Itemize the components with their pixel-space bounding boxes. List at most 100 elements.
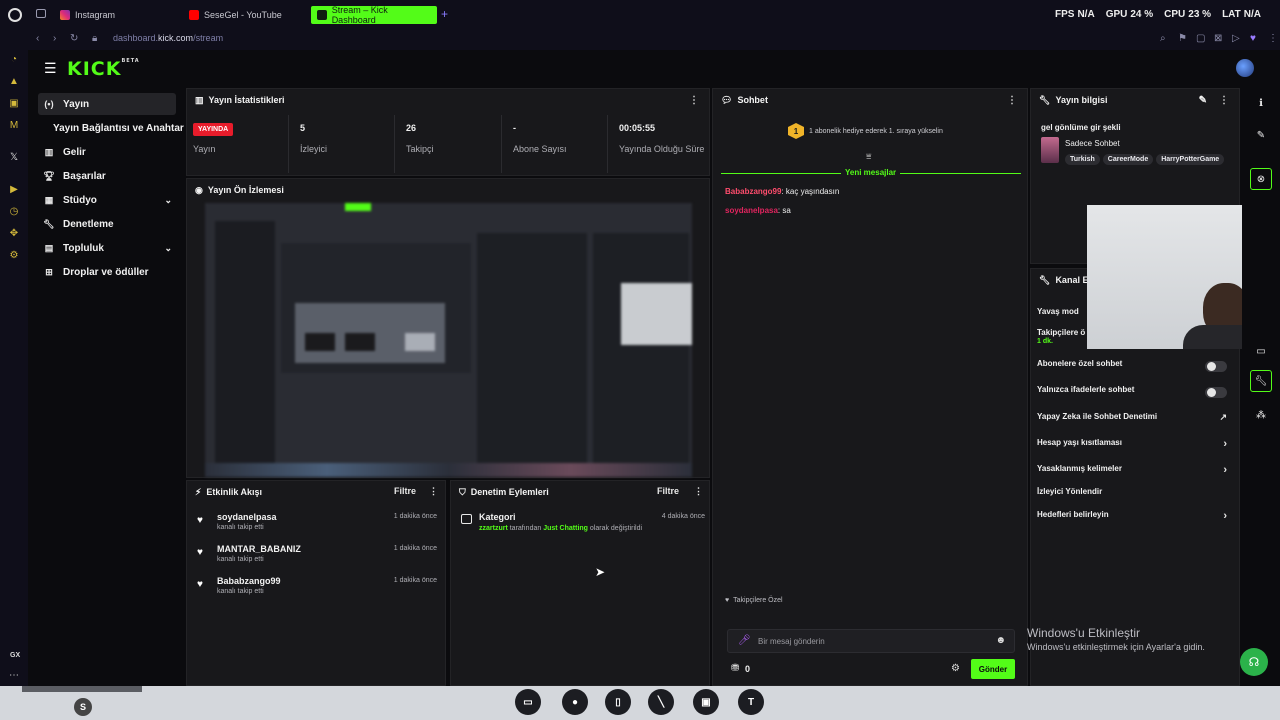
follower-name[interactable]: MANTAR_BABANIZ [217, 544, 301, 554]
back-icon[interactable]: ‹ [36, 33, 39, 44]
chat-input[interactable]: 🎤︎ Bir mesaj gönderin ☻ [727, 629, 1015, 653]
tab-youtube[interactable]: SeseGel - YouTube [183, 6, 288, 24]
panel-header: ◉ Yayın Ön İzlemesi [187, 179, 709, 201]
history-icon[interactable]: ◷ [8, 206, 20, 218]
chat-settings-icon[interactable]: ⚙ [951, 663, 960, 674]
sidebar-item-studyo[interactable]: ▦ Stüdyo ⌄ [38, 189, 176, 211]
extensions-sidebar-icon[interactable]: ✥ [8, 228, 20, 240]
more-options-icon[interactable]: ⋮ [689, 95, 699, 106]
tag[interactable]: CareerMode [1102, 154, 1154, 165]
chat-bubble-icon[interactable]: ● [562, 689, 588, 715]
sidebar-item-stream-key[interactable]: Yayın Bağlantısı ve Anahtarı [48, 117, 184, 139]
pen-icon[interactable]: ╲ [648, 689, 674, 715]
banned-words-row[interactable]: Yasaklanmış kelimeler › [1037, 464, 1227, 480]
address-bar: ‹ › ↻ 🔒︎ dashboard.kick.com/stream ⌕ ⚑ ▢… [28, 30, 1280, 50]
avatar[interactable] [1236, 59, 1254, 77]
edit-icon[interactable]: ✎ [1250, 124, 1272, 146]
twitch-icon[interactable]: ▲ [8, 76, 20, 88]
sidebar-item-yayin[interactable]: (•) Yayın [38, 93, 176, 115]
opera-logo-icon[interactable] [8, 8, 22, 22]
sidebar-item-droplar[interactable]: ⊞ Droplar ve ödüller [38, 261, 176, 283]
filter-button[interactable]: Filtre [394, 486, 416, 496]
hamburger-menu-icon[interactable]: ☰ [44, 60, 57, 77]
url-field[interactable]: dashboard.kick.com/stream [113, 33, 223, 43]
tag[interactable]: HarryPotterGame [1156, 154, 1225, 165]
gift-leaderboard-banner[interactable]: 1 1 abonelik hediye ederek 1. sıraya yük… [788, 123, 943, 139]
activity-text: kanalı takip etti [217, 588, 264, 595]
edit-icon[interactable]: ✎ [1199, 95, 1207, 106]
clip-icon[interactable]: ▭ [1250, 340, 1272, 362]
x-twitter-icon[interactable]: 𝕏 [8, 152, 20, 164]
reload-icon[interactable]: ↻ [70, 33, 78, 44]
vpn-icon[interactable]: ⊠ [1214, 33, 1222, 44]
actor-name[interactable]: zzartzurt [479, 525, 508, 532]
gx-control-icon[interactable]: ◔ [8, 54, 20, 66]
chat-text: sa [782, 206, 791, 215]
tab-kick-dashboard[interactable]: Stream – Kick Dashboard [311, 5, 437, 25]
more-icon[interactable]: ⋯ [8, 670, 20, 682]
share-icon[interactable]: ⁂ [1250, 404, 1272, 426]
follower-name[interactable]: Bababzango99 [217, 576, 281, 586]
more-options-icon[interactable]: ⋮ [1007, 95, 1017, 106]
mod-tool-icon[interactable]: ⊗ [1250, 168, 1272, 190]
snapshot-icon[interactable]: ▢ [1196, 33, 1205, 44]
tab-overview-icon[interactable] [36, 9, 46, 18]
subscribers-only-toggle[interactable] [1205, 361, 1227, 372]
new-tab-button[interactable]: + [441, 7, 448, 21]
player-sidebar-icon[interactable]: ▶ [8, 184, 20, 196]
chevron-down-icon: ⌄ [164, 194, 172, 205]
tab-instagram[interactable]: Instagram [54, 6, 121, 24]
kick-logo[interactable]: KICKBETA [67, 58, 140, 80]
more-options-icon[interactable]: ⋮ [694, 486, 703, 497]
follower-name[interactable]: soydanelpasa [217, 512, 277, 522]
heart-icon[interactable]: ♥ [1250, 33, 1256, 44]
subscribers-only-row: Abonelere özel sohbet [1037, 359, 1227, 375]
followers-only-duration: 1 dk. [1037, 338, 1053, 345]
pin-icon[interactable]: ⩸ [866, 151, 871, 162]
forward-icon[interactable]: › [53, 33, 56, 44]
filter-button[interactable]: Filtre [657, 486, 679, 496]
chat-username[interactable]: Bababzango99 [725, 187, 781, 196]
panel-title: Yayın İstatistikleri [208, 95, 285, 105]
raid-row[interactable]: İzleyici Yönlendir [1037, 487, 1227, 503]
list-item: Kategori 4 dakika önce zzartzurt tarafın… [461, 512, 705, 542]
bookmark-icon[interactable]: ⚑ [1178, 33, 1187, 44]
extensions-icon[interactable]: ⋮ [1268, 33, 1278, 44]
stream-preview-video[interactable] [205, 203, 692, 477]
sidebar-item-denetleme[interactable]: 🔧︎ Denetleme [38, 213, 176, 235]
support-chat-icon[interactable]: ☊ [1240, 648, 1268, 676]
tablet-icon[interactable]: ▣ [693, 689, 719, 715]
info-icon[interactable]: ℹ [1250, 92, 1272, 114]
settings-icon[interactable]: ⚙ [8, 250, 20, 262]
logo-badge: BETA [121, 58, 140, 64]
gx-corner-icon[interactable]: ▣ [8, 98, 20, 110]
phone-icon[interactable]: ▯ [605, 689, 631, 715]
external-link-icon: ↗ [1219, 412, 1227, 422]
chat-username[interactable]: soydanelpasa [725, 206, 778, 215]
sidebar-item-label: Yayın Bağlantısı ve Anahtarı [53, 122, 184, 134]
id-card-icon[interactable]: ▭ [515, 689, 541, 715]
category-name[interactable]: Sadece Sohbet [1065, 139, 1120, 148]
account-age-row[interactable]: Hesap yaşı kısıtlaması › [1037, 438, 1227, 454]
category-name[interactable]: Just Chatting [543, 525, 588, 532]
goals-row[interactable]: Hedefleri belirleyin › [1037, 510, 1227, 526]
sidebar-item-label: Gelir [63, 146, 86, 158]
messenger-icon[interactable]: M [8, 120, 20, 132]
send-button[interactable]: Gönder [971, 659, 1015, 679]
microphone-icon[interactable]: 🎤︎ [738, 635, 751, 646]
wrench-icon[interactable]: 🔧︎ [1250, 370, 1272, 392]
sidebar-item-label: Stüdyo [63, 194, 97, 206]
sidebar-item-gelir[interactable]: ▥ Gelir [38, 141, 176, 163]
more-options-icon[interactable]: ⋮ [1219, 95, 1229, 106]
ai-moderation-row[interactable]: Yapay Zeka ile Sohbet Denetimi ↗ [1037, 412, 1227, 428]
sidebar-item-basarilar[interactable]: 🏆︎ Başarılar [38, 165, 176, 187]
emoji-icon[interactable]: ☻ [995, 635, 1006, 646]
tag[interactable]: Turkish [1065, 154, 1100, 165]
player-icon[interactable]: ▷ [1232, 33, 1240, 44]
text-tool-icon[interactable]: T [738, 689, 764, 715]
emotes-only-toggle[interactable] [1205, 387, 1227, 398]
sidebar-item-topluluk[interactable]: ▤ Topluluk ⌄ [38, 237, 176, 259]
zoom-icon[interactable]: ⌕ [1160, 33, 1166, 44]
more-options-icon[interactable]: ⋮ [429, 486, 438, 497]
s-app-icon[interactable]: S [74, 698, 92, 716]
